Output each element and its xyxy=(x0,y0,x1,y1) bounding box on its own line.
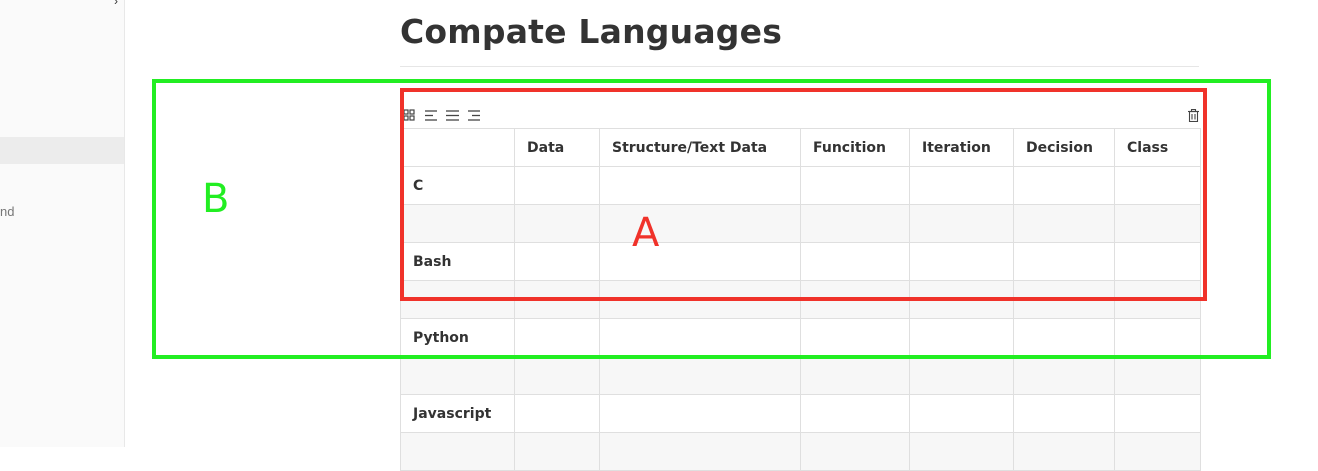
row-label-cell[interactable] xyxy=(400,432,515,471)
align-center-icon[interactable] xyxy=(445,108,459,122)
sidebar-selected-item[interactable] xyxy=(0,137,124,164)
table-cell[interactable] xyxy=(514,394,600,433)
sidebar: › nd xyxy=(0,0,125,447)
table-cell[interactable] xyxy=(1013,318,1115,357)
annotation-label-a: A xyxy=(632,210,660,256)
header-cell[interactable]: Funcition xyxy=(800,128,910,167)
table-cell[interactable] xyxy=(1013,204,1115,243)
table-cell[interactable] xyxy=(800,394,910,433)
table-row: Python xyxy=(400,318,1201,357)
table-cell[interactable] xyxy=(514,166,600,205)
title-divider xyxy=(400,66,1199,67)
header-cell[interactable]: Data xyxy=(514,128,600,167)
grid-icon[interactable] xyxy=(402,108,416,122)
row-label-cell[interactable] xyxy=(400,280,515,319)
table-cell[interactable] xyxy=(514,204,600,243)
table-body: C Bash Python Javascript xyxy=(400,166,1201,471)
table-cell[interactable] xyxy=(909,394,1014,433)
table-row xyxy=(400,280,1201,319)
table-cell[interactable] xyxy=(800,204,910,243)
table-cell[interactable] xyxy=(1114,280,1201,319)
table-cell[interactable] xyxy=(1013,280,1115,319)
table-cell[interactable] xyxy=(1013,242,1115,281)
table-cell[interactable] xyxy=(800,356,910,395)
table-cell[interactable] xyxy=(909,204,1014,243)
table-cell[interactable] xyxy=(909,432,1014,471)
table-cell[interactable] xyxy=(800,242,910,281)
header-cell[interactable] xyxy=(400,128,515,167)
table-cell[interactable] xyxy=(800,432,910,471)
row-label-cell[interactable]: Javascript xyxy=(400,394,515,433)
table-cell[interactable] xyxy=(1114,356,1201,395)
table-cell[interactable] xyxy=(800,318,910,357)
table-cell[interactable] xyxy=(1013,394,1115,433)
trash-icon[interactable] xyxy=(1186,108,1200,122)
table-cell[interactable] xyxy=(909,356,1014,395)
header-cell[interactable]: Iteration xyxy=(909,128,1014,167)
header-cell[interactable]: Decision xyxy=(1013,128,1115,167)
table-cell[interactable] xyxy=(514,356,600,395)
table-row: C xyxy=(400,166,1201,205)
table-cell[interactable] xyxy=(1013,432,1115,471)
table-cell[interactable] xyxy=(599,356,801,395)
table-cell[interactable] xyxy=(1114,204,1201,243)
table-row: Bash xyxy=(400,242,1201,281)
table-cell[interactable] xyxy=(909,318,1014,357)
sidebar-arrow[interactable]: › xyxy=(114,0,118,8)
table-cell[interactable] xyxy=(599,280,801,319)
table-cell[interactable] xyxy=(1114,166,1201,205)
row-label-cell[interactable] xyxy=(400,356,515,395)
header-cell[interactable]: Class xyxy=(1114,128,1201,167)
table-cell[interactable] xyxy=(514,318,600,357)
table-row xyxy=(400,356,1201,395)
table-toolbar xyxy=(400,106,1200,126)
align-left-icon[interactable] xyxy=(424,108,438,122)
table-cell[interactable] xyxy=(1114,394,1201,433)
table-cell[interactable] xyxy=(599,204,801,243)
table-cell[interactable] xyxy=(909,242,1014,281)
table-cell[interactable] xyxy=(1114,318,1201,357)
table-cell[interactable] xyxy=(1114,432,1201,471)
row-label-cell[interactable]: C xyxy=(400,166,515,205)
table-cell[interactable] xyxy=(1013,166,1115,205)
languages-table: Data Structure/Text Data Funcition Itera… xyxy=(400,128,1201,471)
table-cell[interactable] xyxy=(1013,356,1115,395)
table-row: Javascript xyxy=(400,394,1201,433)
row-label-cell[interactable]: Bash xyxy=(400,242,515,281)
align-right-icon[interactable] xyxy=(466,108,480,122)
page-title: Compate Languages xyxy=(400,12,783,51)
annotation-label-b: B xyxy=(202,176,230,222)
table-cell[interactable] xyxy=(599,432,801,471)
table-cell[interactable] xyxy=(1114,242,1201,281)
row-label-cell[interactable] xyxy=(400,204,515,243)
table-row xyxy=(400,432,1201,471)
table-cell[interactable] xyxy=(599,166,801,205)
table-cell[interactable] xyxy=(599,394,801,433)
sidebar-item-label[interactable]: nd xyxy=(0,204,14,219)
table-cell[interactable] xyxy=(599,242,801,281)
table-row xyxy=(400,204,1201,243)
table-cell[interactable] xyxy=(800,280,910,319)
table-cell[interactable] xyxy=(514,280,600,319)
row-label-cell[interactable]: Python xyxy=(400,318,515,357)
table-header-row: Data Structure/Text Data Funcition Itera… xyxy=(400,128,1201,167)
table-cell[interactable] xyxy=(909,166,1014,205)
table-cell[interactable] xyxy=(514,432,600,471)
table-cell[interactable] xyxy=(514,242,600,281)
table-cell[interactable] xyxy=(800,166,910,205)
header-cell[interactable]: Structure/Text Data xyxy=(599,128,801,167)
table-cell[interactable] xyxy=(909,280,1014,319)
table-cell[interactable] xyxy=(599,318,801,357)
